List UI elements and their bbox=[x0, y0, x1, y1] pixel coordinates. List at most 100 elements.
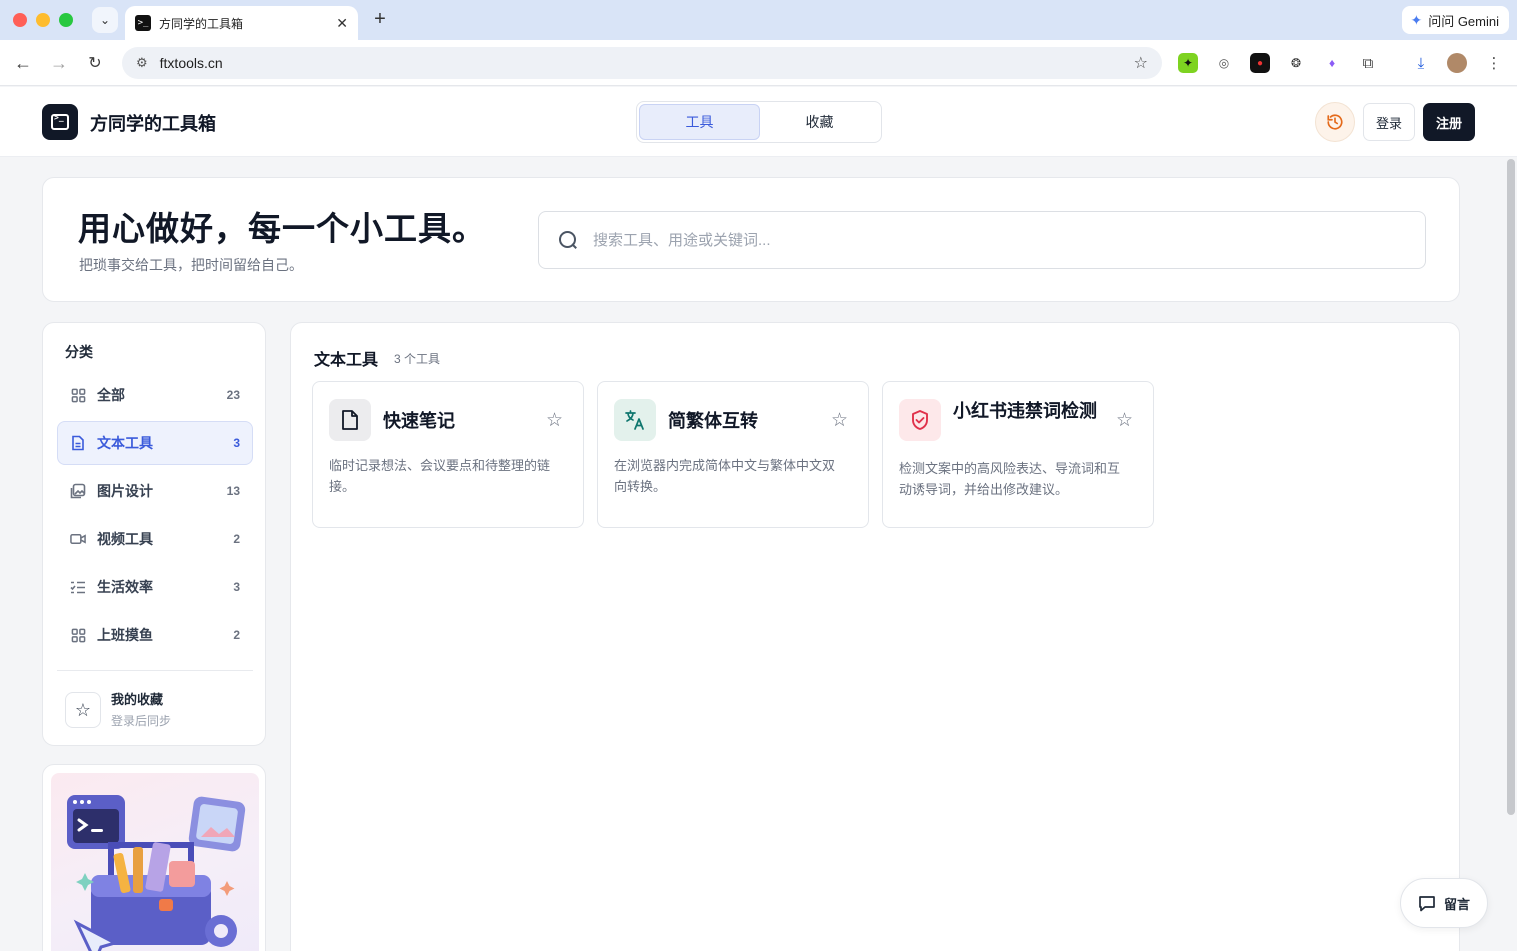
favorite-star-icon[interactable]: ☆ bbox=[546, 409, 563, 432]
login-button[interactable]: 登录 bbox=[1363, 103, 1415, 141]
tool-card-description: 临时记录想法、会议要点和待整理的链接。 bbox=[329, 458, 551, 494]
reload-icon[interactable]: ↻ bbox=[84, 52, 106, 74]
sidebar-item-count: 13 bbox=[226, 484, 240, 498]
translate-icon bbox=[614, 399, 656, 441]
image-icon bbox=[70, 483, 86, 499]
file-icon bbox=[329, 399, 371, 441]
sidebar-item-count: 3 bbox=[233, 436, 240, 450]
sidebar-item-count: 3 bbox=[233, 580, 240, 594]
scrollbar-thumb[interactable] bbox=[1507, 159, 1515, 815]
maximize-window-button[interactable] bbox=[59, 13, 73, 27]
sidebar-item-image-design[interactable]: 图片设计 13 bbox=[57, 469, 253, 513]
grid-icon bbox=[70, 387, 86, 403]
extensions-puzzle-icon[interactable]: ⧉ bbox=[1358, 53, 1378, 73]
site-favicon-icon: >_ bbox=[135, 15, 151, 31]
tab-tools[interactable]: 工具 bbox=[639, 104, 760, 140]
history-icon bbox=[1327, 114, 1343, 130]
section-title: 文本工具 bbox=[314, 352, 379, 369]
extension-green-icon[interactable]: ✦ bbox=[1178, 53, 1198, 73]
tool-card-description: 检测文案中的高风险表达、导流词和互动诱导词，并给出修改建议。 bbox=[899, 461, 1121, 497]
sidebar-item-label: 图片设计 bbox=[97, 483, 153, 499]
browser-tab-bar: ⌄ >_ 方同学的工具箱 ✕ + ✦ 问问 Gemini bbox=[0, 0, 1517, 40]
site-title[interactable]: 方同学的工具箱 bbox=[90, 110, 216, 136]
tab-title: 方同学的工具箱 bbox=[159, 16, 244, 31]
signup-button[interactable]: 注册 bbox=[1423, 103, 1475, 141]
gemini-sparkle-icon: ✦ bbox=[1410, 11, 1423, 28]
browser-menu-icon[interactable]: ⋮ bbox=[1484, 53, 1504, 73]
browser-tab[interactable]: >_ 方同学的工具箱 ✕ bbox=[125, 6, 358, 40]
forward-arrow-icon[interactable]: → bbox=[48, 52, 70, 74]
sidebar-item-count: 2 bbox=[233, 628, 240, 642]
sidebar-item-label: 视频工具 bbox=[97, 531, 153, 547]
gemini-label: 问问 Gemini bbox=[1428, 13, 1499, 29]
feedback-button[interactable]: 留言 bbox=[1400, 878, 1488, 928]
new-tab-button[interactable]: + bbox=[369, 8, 391, 30]
document-icon bbox=[70, 435, 86, 451]
sidebar-item-label: 文本工具 bbox=[97, 435, 153, 451]
sidebar-item-text-tools[interactable]: 文本工具 3 bbox=[57, 421, 253, 465]
feedback-label: 留言 bbox=[1443, 896, 1470, 912]
bookmark-star-icon[interactable]: ☆ bbox=[1134, 53, 1148, 73]
sidebar-item-count: 2 bbox=[233, 532, 240, 546]
message-icon bbox=[1419, 895, 1435, 911]
tab-search-chevron-icon[interactable]: ⌄ bbox=[92, 7, 118, 33]
tool-card-title: 快速笔记 bbox=[383, 411, 455, 431]
back-arrow-icon[interactable]: ← bbox=[12, 52, 34, 74]
download-icon[interactable]: ⤓ bbox=[1411, 53, 1431, 73]
app-header: 方同学的工具箱 工具 收藏 登录 注册 bbox=[0, 87, 1517, 157]
video-icon bbox=[70, 531, 86, 547]
shield-check-icon bbox=[899, 399, 941, 441]
sidebar-item-label: 全部 bbox=[97, 387, 125, 403]
section-count: 3 个工具 bbox=[394, 352, 441, 366]
page-scrollbar[interactable] bbox=[1505, 157, 1517, 951]
close-window-button[interactable] bbox=[13, 13, 27, 27]
browser-toolbar: ← → ↻ ⚙ ftxtools.cn ☆ ✦ ◎ ● ❂ ♦ ⧉ ⤓ ⋮ bbox=[0, 40, 1517, 86]
profile-avatar[interactable] bbox=[1447, 53, 1467, 73]
favorite-star-icon[interactable]: ☆ bbox=[831, 409, 848, 432]
minimize-window-button[interactable] bbox=[36, 13, 50, 27]
tab-favorites[interactable]: 收藏 bbox=[760, 104, 879, 140]
sidebar-item-count: 23 bbox=[226, 388, 240, 402]
tools-panel: 文本工具 3 个工具 快速笔记 ☆ 临时记录想法、会议要点和待整理的链接。 简繁… bbox=[290, 322, 1460, 951]
sidebar-item-all[interactable]: 全部 23 bbox=[57, 373, 253, 417]
history-button[interactable] bbox=[1315, 102, 1355, 142]
sidebar-divider bbox=[57, 670, 253, 671]
checklist-icon bbox=[70, 579, 86, 595]
sidebar-item-label: 生活效率 bbox=[97, 579, 153, 595]
extension-openai-icon[interactable]: ❂ bbox=[1286, 53, 1306, 73]
sidebar-item-life-efficiency[interactable]: 生活效率 3 bbox=[57, 565, 253, 609]
search-icon bbox=[559, 231, 577, 249]
tool-card-simplified-traditional[interactable]: 简繁体互转 ☆ 在浏览器内完成简体中文与繁体中文双向转换。 bbox=[597, 381, 869, 528]
extension-dark-icon[interactable]: ● bbox=[1250, 53, 1270, 73]
search-input[interactable] bbox=[593, 231, 1405, 249]
tool-card-title: 小红书违禁词检测 bbox=[953, 401, 1097, 421]
favorites-star-icon[interactable]: ☆ bbox=[65, 692, 101, 728]
toolbox-illustration-card bbox=[42, 764, 266, 951]
grid-icon bbox=[70, 627, 86, 643]
gemini-button[interactable]: ✦ 问问 Gemini bbox=[1402, 6, 1509, 34]
my-favorites-title[interactable]: 我的收藏 bbox=[111, 689, 163, 708]
sidebar-item-label: 上班摸鱼 bbox=[97, 627, 153, 643]
tool-card-xhs-banned-words[interactable]: 小红书违禁词检测 ☆ 检测文案中的高风险表达、导流词和互动诱导词，并给出修改建议… bbox=[882, 381, 1154, 528]
hero-title: 用心做好，每一个小工具。 bbox=[78, 210, 486, 247]
category-sidebar: 分类 全部 23 文本工具 3 图片设计 13 视频工具 2 生活效率 3 上班… bbox=[42, 322, 266, 746]
logo[interactable] bbox=[42, 104, 78, 140]
favorite-star-icon[interactable]: ☆ bbox=[1116, 409, 1133, 432]
url-text[interactable]: ftxtools.cn bbox=[160, 55, 1134, 71]
site-settings-icon[interactable]: ⚙ bbox=[136, 55, 148, 71]
search-box[interactable] bbox=[538, 211, 1426, 269]
terminal-icon bbox=[51, 113, 69, 130]
tab-close-icon[interactable]: ✕ bbox=[336, 15, 348, 32]
sidebar-item-slacking[interactable]: 上班摸鱼 2 bbox=[57, 613, 253, 657]
hero-panel: 用心做好，每一个小工具。 把琐事交给工具，把时间留给自己。 bbox=[42, 177, 1460, 302]
tool-card-description: 在浏览器内完成简体中文与繁体中文双向转换。 bbox=[614, 458, 836, 494]
tool-card-title: 简繁体互转 bbox=[668, 411, 758, 431]
sidebar-item-video-tools[interactable]: 视频工具 2 bbox=[57, 517, 253, 561]
toolbox-illustration bbox=[51, 773, 259, 951]
extension-purple-icon[interactable]: ♦ bbox=[1322, 53, 1342, 73]
my-favorites-subtitle: 登录后同步 bbox=[111, 714, 172, 728]
tool-card-quick-notes[interactable]: 快速笔记 ☆ 临时记录想法、会议要点和待整理的链接。 bbox=[312, 381, 584, 528]
address-bar[interactable]: ⚙ ftxtools.cn ☆ bbox=[122, 47, 1162, 79]
extension-swirl-icon[interactable]: ◎ bbox=[1214, 53, 1234, 73]
sidebar-heading: 分类 bbox=[65, 344, 93, 360]
